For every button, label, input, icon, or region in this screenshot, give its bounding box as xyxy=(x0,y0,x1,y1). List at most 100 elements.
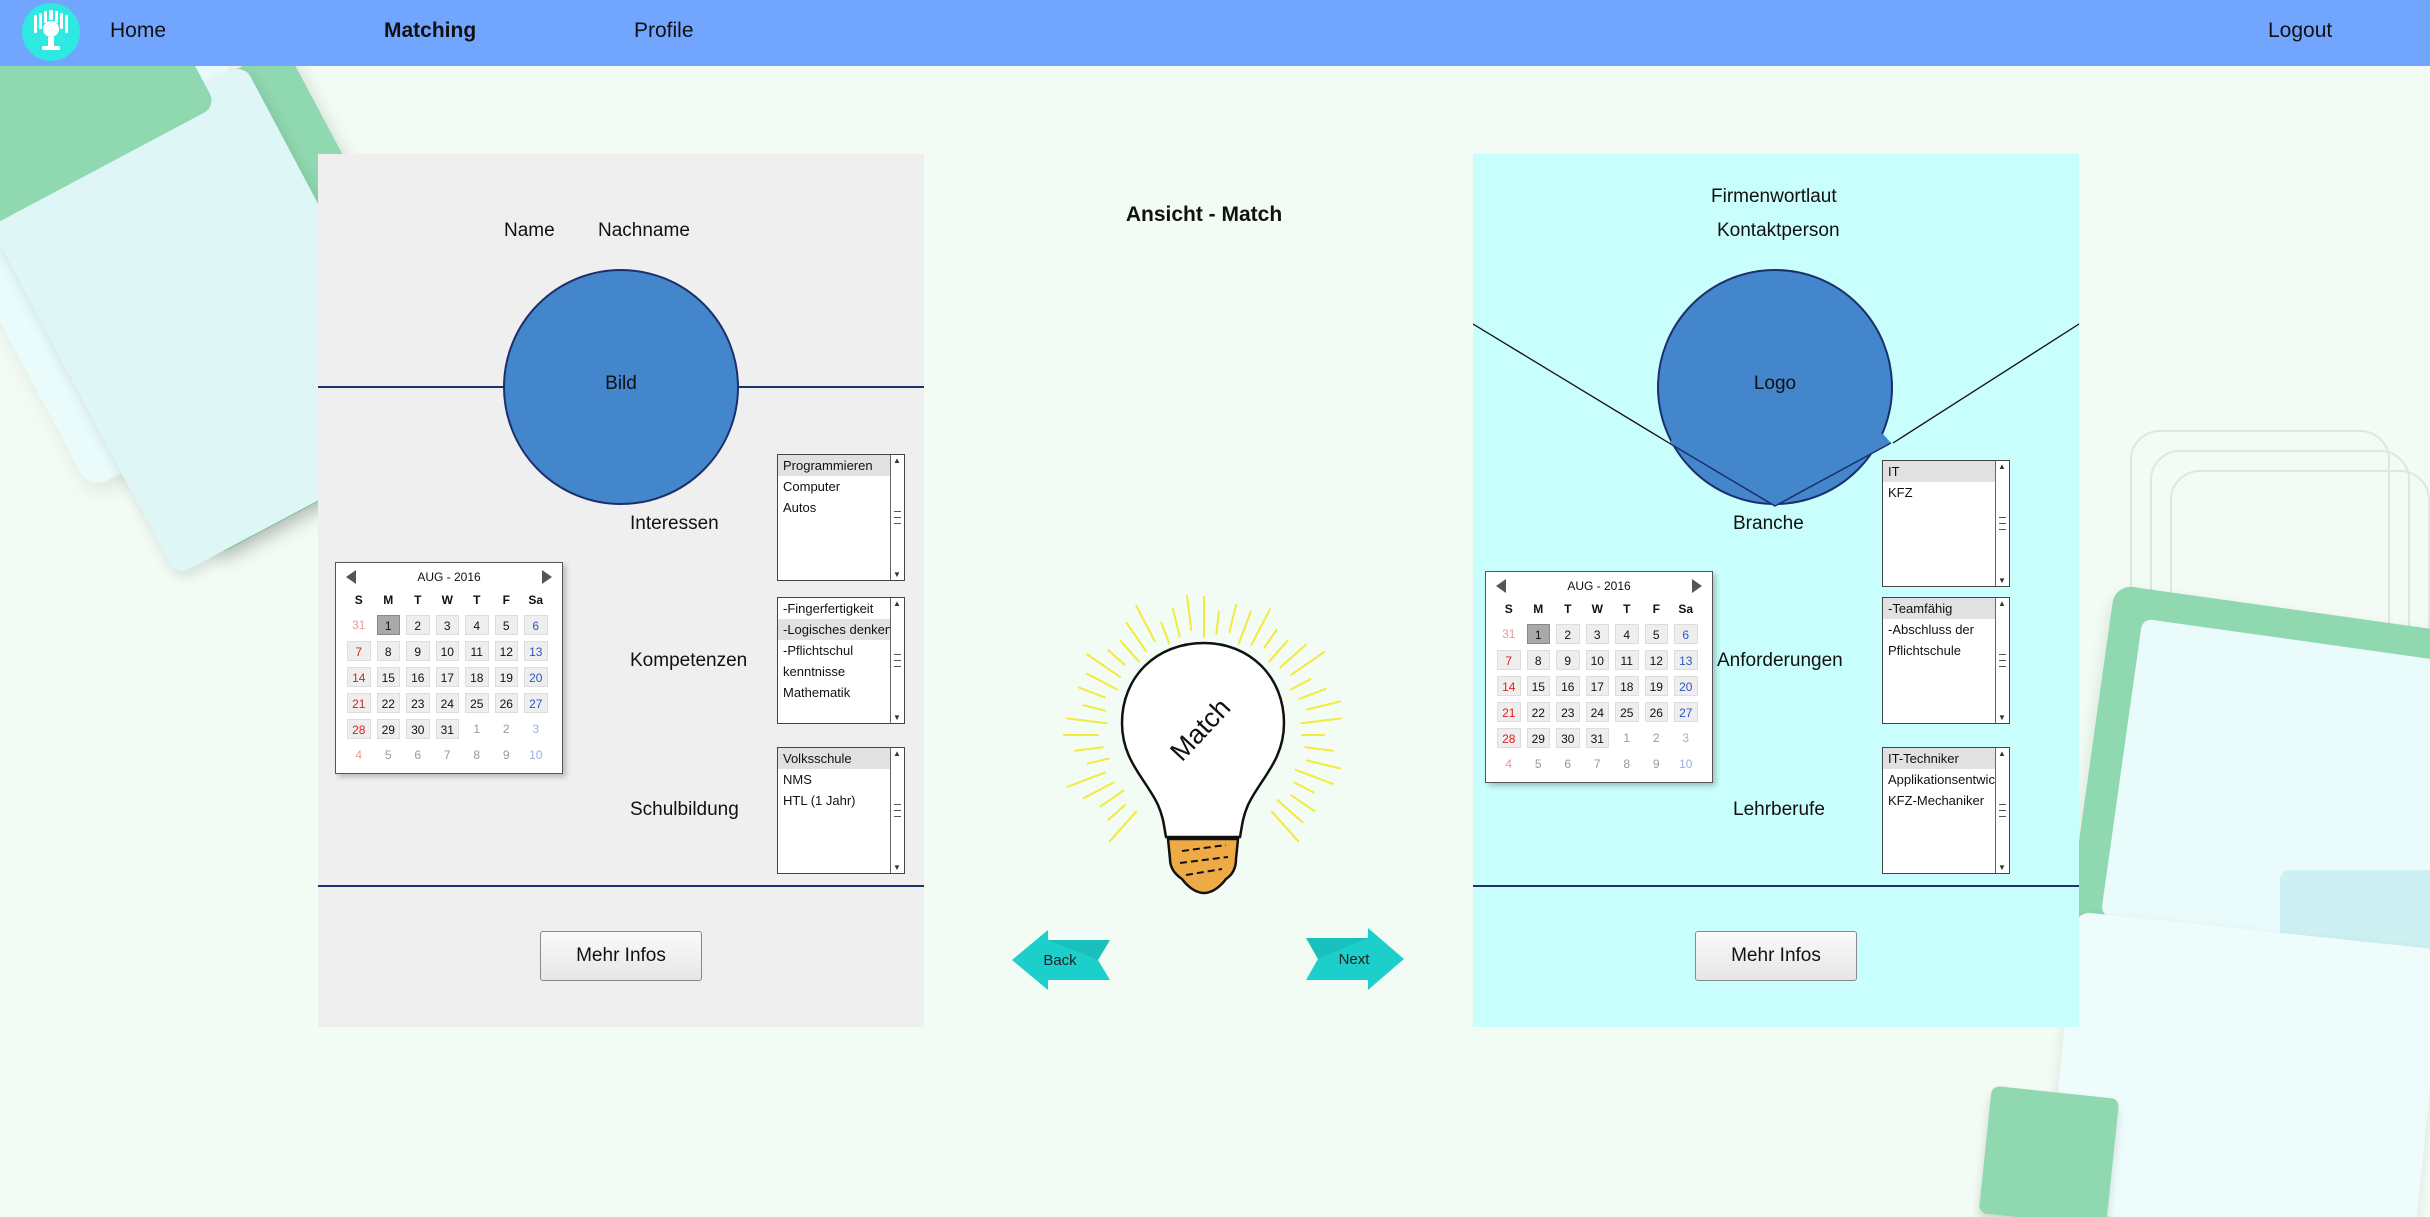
scrollbar[interactable]: ▲ ▼ xyxy=(1995,598,2009,723)
interests-list[interactable]: Programmieren Computer Autos ▲ ▼ xyxy=(777,454,905,581)
scroll-up-icon[interactable]: ▲ xyxy=(1998,749,2006,758)
calendar-day[interactable]: 5 xyxy=(377,745,401,765)
scroll-up-icon[interactable]: ▲ xyxy=(1998,599,2006,608)
list-item[interactable]: -Fingerfertigkeit xyxy=(778,598,890,619)
education-list[interactable]: Volksschule NMS HTL (1 Jahr) ▲ ▼ xyxy=(777,747,905,874)
calendar-day[interactable]: 1 xyxy=(1526,624,1550,644)
scroll-up-icon[interactable]: ▲ xyxy=(1998,462,2006,471)
list-item[interactable]: -Logisches denken xyxy=(778,619,890,640)
calendar-day[interactable]: 31 xyxy=(1585,728,1609,748)
calendar-day[interactable]: 12 xyxy=(1644,650,1668,670)
list-item[interactable]: IT xyxy=(1883,461,1995,482)
calendar-day[interactable]: 2 xyxy=(406,615,430,635)
calendar-day[interactable]: 26 xyxy=(1644,702,1668,722)
calendar-day[interactable]: 9 xyxy=(1556,650,1580,670)
calendar-day[interactable]: 16 xyxy=(1556,676,1580,696)
scrollbar[interactable]: ▲ ▼ xyxy=(890,598,904,723)
calendar-day[interactable]: 9 xyxy=(495,745,519,765)
list-item[interactable]: kenntnisse xyxy=(778,661,890,682)
calendar-day[interactable]: 20 xyxy=(1674,676,1698,696)
calendar-day[interactable]: 17 xyxy=(435,667,459,687)
scroll-down-icon[interactable]: ▼ xyxy=(1998,863,2006,872)
calendar-day[interactable]: 9 xyxy=(1645,754,1669,774)
calendar-day[interactable]: 4 xyxy=(347,745,371,765)
calendar-day[interactable]: 8 xyxy=(465,745,489,765)
calendar-day[interactable]: 27 xyxy=(524,693,548,713)
calendar-day[interactable]: 10 xyxy=(524,745,548,765)
calendar-day[interactable]: 2 xyxy=(1556,624,1580,644)
scroll-down-icon[interactable]: ▼ xyxy=(1998,576,2006,585)
scroll-up-icon[interactable]: ▲ xyxy=(893,749,901,758)
calendar-day[interactable]: 31 xyxy=(1497,624,1521,644)
nav-profile[interactable]: Profile xyxy=(634,19,694,43)
calendar-day[interactable]: 29 xyxy=(1526,728,1550,748)
calendar-day[interactable]: 30 xyxy=(406,719,430,739)
list-item[interactable]: -Abschluss der xyxy=(1883,619,1995,640)
calendar-day[interactable]: 13 xyxy=(524,641,548,661)
calendar-day[interactable]: 7 xyxy=(347,641,371,661)
list-item[interactable]: Mathematik xyxy=(778,682,890,703)
scrollbar[interactable]: ▲ ▼ xyxy=(1995,461,2009,586)
calendar-day[interactable]: 3 xyxy=(1674,728,1698,748)
calendar-day[interactable]: 15 xyxy=(1526,676,1550,696)
apprenticeships-list[interactable]: IT-Techniker Applikationsentwic KFZ-Mech… xyxy=(1882,747,2010,874)
scrollbar[interactable]: ▲ ▼ xyxy=(890,455,904,580)
student-calendar[interactable]: AUG - 2016 S M T W T F Sa 31 1 2 3 4 5 6 7 8 9 10 11 12 13 14 1… xyxy=(335,562,563,774)
calendar-day[interactable]: 25 xyxy=(465,693,489,713)
calendar-day[interactable]: 6 xyxy=(1674,624,1698,644)
calendar-day[interactable]: 4 xyxy=(1615,624,1639,644)
calendar-day[interactable]: 22 xyxy=(376,693,400,713)
list-item[interactable]: -Pflichtschul xyxy=(778,640,890,661)
calendar-day[interactable]: 1 xyxy=(376,615,400,635)
scroll-up-icon[interactable]: ▲ xyxy=(893,599,901,608)
scroll-down-icon[interactable]: ▼ xyxy=(893,570,901,579)
calendar-day[interactable]: 10 xyxy=(1585,650,1609,670)
calendar-day[interactable]: 23 xyxy=(1556,702,1580,722)
calendar-day[interactable]: 4 xyxy=(1497,754,1521,774)
calendar-day[interactable]: 3 xyxy=(435,615,459,635)
calendar-day[interactable]: 5 xyxy=(494,615,518,635)
calendar-day[interactable]: 21 xyxy=(347,693,371,713)
calendar-day[interactable]: 28 xyxy=(1497,728,1521,748)
calendar-day[interactable]: 3 xyxy=(524,719,548,739)
scroll-down-icon[interactable]: ▼ xyxy=(893,713,901,722)
nav-logout[interactable]: Logout xyxy=(2268,19,2332,43)
calendar-day[interactable]: 13 xyxy=(1674,650,1698,670)
list-item[interactable]: IT-Techniker xyxy=(1883,748,1995,769)
calendar-day[interactable]: 26 xyxy=(494,693,518,713)
calendar-day[interactable]: 2 xyxy=(495,719,519,739)
calendar-day[interactable]: 15 xyxy=(376,667,400,687)
calendar-day[interactable]: 7 xyxy=(436,745,460,765)
next-month-icon[interactable] xyxy=(1692,579,1702,593)
scroll-down-icon[interactable]: ▼ xyxy=(1998,713,2006,722)
list-item[interactable]: Programmieren xyxy=(778,455,890,476)
calendar-day[interactable]: 3 xyxy=(1585,624,1609,644)
calendar-day[interactable]: 16 xyxy=(406,667,430,687)
list-item[interactable]: Volksschule xyxy=(778,748,890,769)
calendar-day[interactable]: 5 xyxy=(1644,624,1668,644)
list-item[interactable]: Autos xyxy=(778,497,890,518)
company-calendar[interactable]: AUG - 2016 S M T W T F Sa 31 1 2 3 4 5 6 7 8 9 10 11 12 13 14 1… xyxy=(1485,571,1713,783)
app-logo[interactable] xyxy=(22,3,80,61)
calendar-day[interactable]: 17 xyxy=(1585,676,1609,696)
next-month-icon[interactable] xyxy=(542,570,552,584)
calendar-day[interactable]: 1 xyxy=(1615,728,1639,748)
next-button[interactable]: Next xyxy=(1304,926,1406,992)
calendar-day[interactable]: 8 xyxy=(1615,754,1639,774)
calendar-day[interactable]: 6 xyxy=(524,615,548,635)
calendar-day[interactable]: 4 xyxy=(465,615,489,635)
calendar-day[interactable]: 11 xyxy=(1615,650,1639,670)
previous-month-icon[interactable] xyxy=(1496,579,1506,593)
calendar-day[interactable]: 14 xyxy=(347,667,371,687)
calendar-day[interactable]: 28 xyxy=(347,719,371,739)
calendar-day[interactable]: 18 xyxy=(465,667,489,687)
calendar-day[interactable]: 12 xyxy=(494,641,518,661)
calendar-day[interactable]: 6 xyxy=(406,745,430,765)
calendar-day[interactable]: 31 xyxy=(435,719,459,739)
nav-matching[interactable]: Matching xyxy=(384,19,476,43)
calendar-day[interactable]: 27 xyxy=(1674,702,1698,722)
calendar-day[interactable]: 25 xyxy=(1615,702,1639,722)
calendar-day[interactable]: 8 xyxy=(1526,650,1550,670)
calendar-day[interactable]: 23 xyxy=(406,693,430,713)
calendar-day[interactable]: 24 xyxy=(1585,702,1609,722)
